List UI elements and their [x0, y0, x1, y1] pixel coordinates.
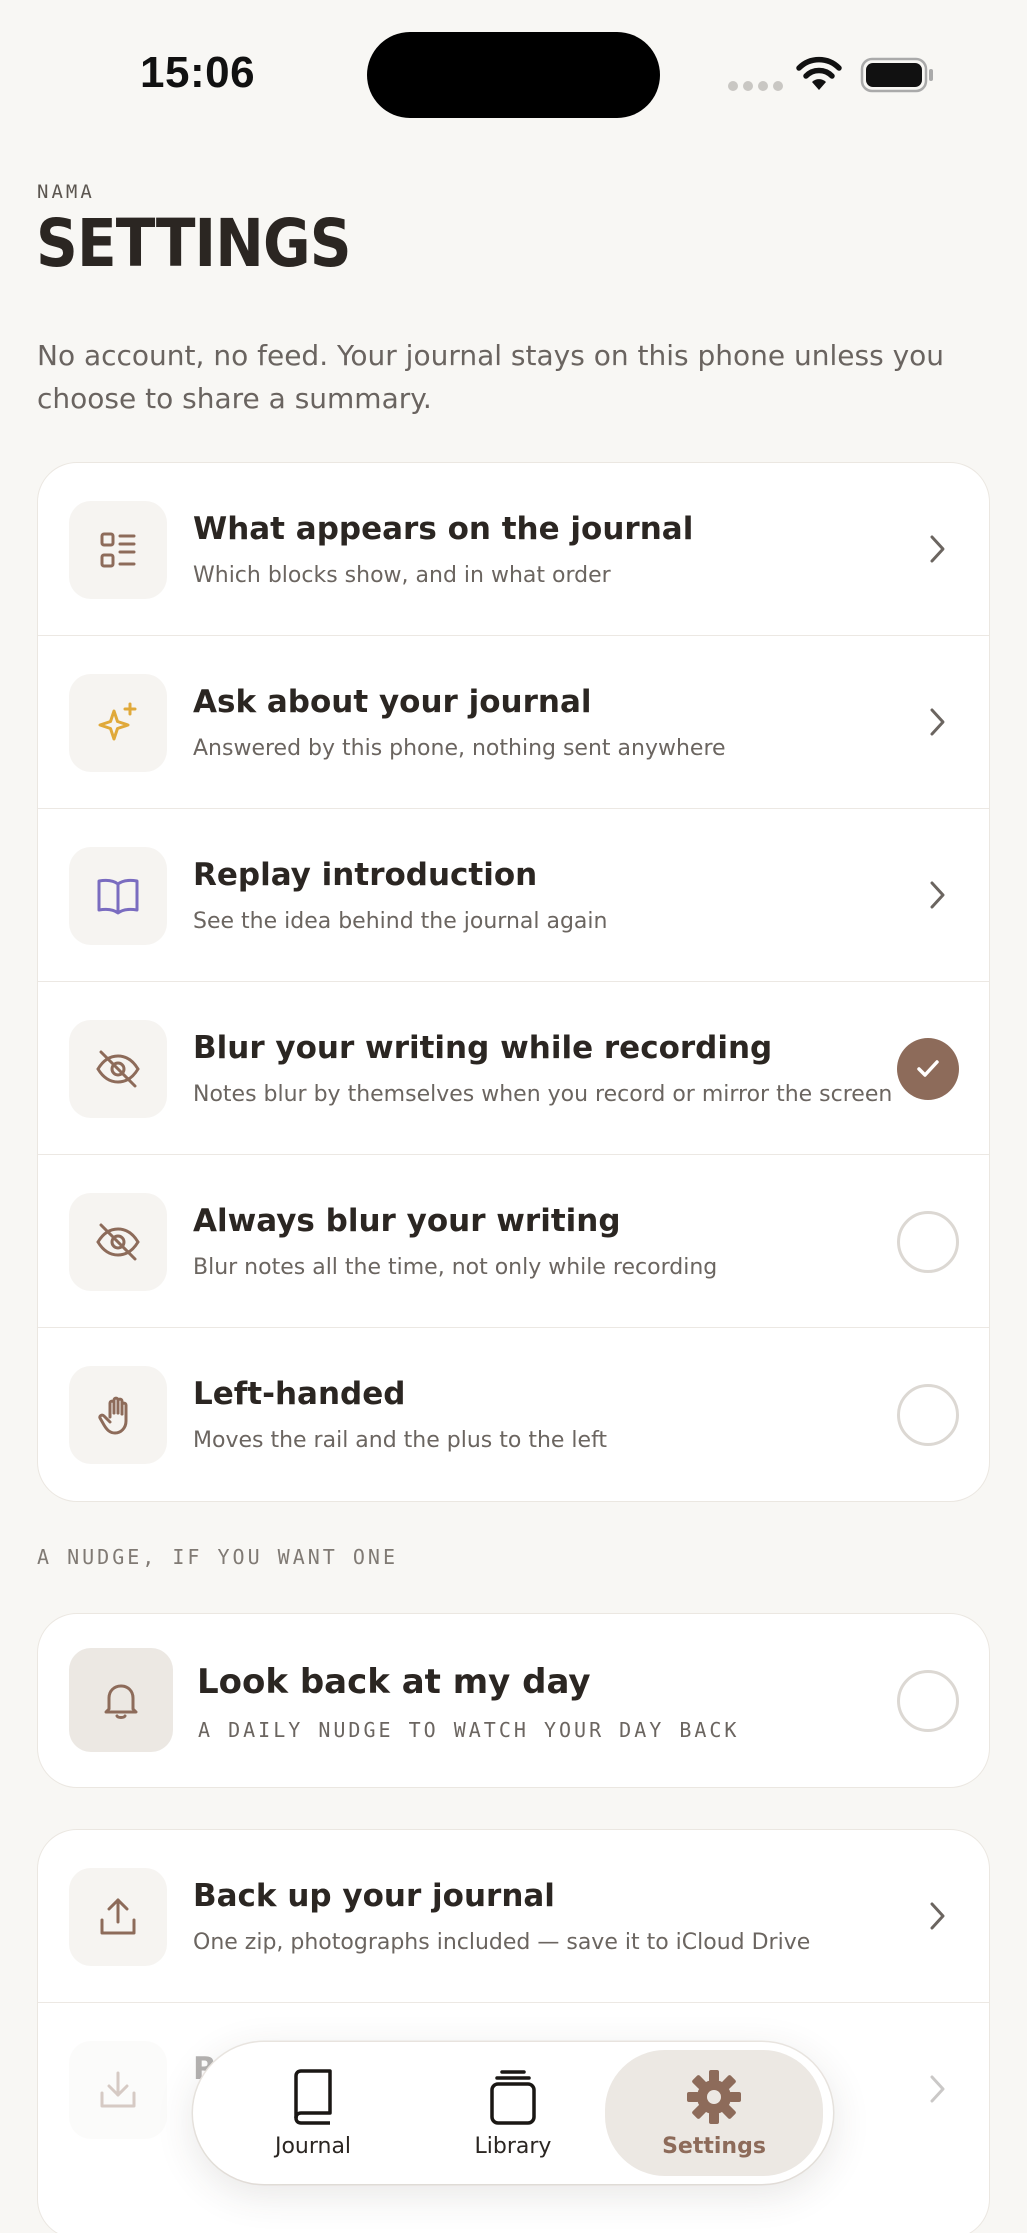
chevron-right-icon — [930, 535, 945, 563]
setting-title: What appears on the journal — [193, 511, 694, 547]
look-back-toggle[interactable] — [897, 1670, 959, 1732]
setting-subtitle: Moves the rail and the plus to the left — [193, 1428, 608, 1453]
nudge-subtitle: A DAILY NUDGE TO WATCH YOUR DAY BACK — [198, 1718, 740, 1742]
setting-title: Replay introduction — [193, 857, 538, 893]
bell-icon — [69, 1648, 173, 1752]
setting-backup[interactable]: Back up your journal One zip, photograph… — [38, 1830, 989, 2003]
tab-label: Library — [474, 2133, 552, 2159]
chevron-right-icon — [930, 881, 945, 909]
setting-title: Back up your journal — [193, 1878, 555, 1914]
setting-subtitle: One zip, photographs included — save it … — [193, 1930, 811, 1955]
book-open-icon — [69, 847, 167, 945]
status-time: 15:06 — [140, 48, 256, 97]
stack-icon — [490, 2069, 536, 2125]
chevron-right-icon — [930, 2075, 945, 2103]
tab-bar: Journal Library Settings — [193, 2042, 833, 2184]
tab-settings[interactable]: Settings — [605, 2050, 823, 2176]
list-icon — [69, 501, 167, 599]
setting-title: Always blur your writing — [193, 1203, 621, 1239]
setting-subtitle: See the idea behind the journal again — [193, 909, 608, 934]
chevron-right-icon — [930, 1902, 945, 1930]
sparkle-icon — [69, 674, 167, 772]
setting-subtitle: Answered by this phone, nothing sent any… — [193, 736, 726, 761]
gear-icon — [687, 2069, 741, 2124]
tab-label: Journal — [274, 2133, 352, 2159]
battery-icon — [860, 57, 933, 93]
section-label: A NUDGE, IF YOU WANT ONE — [37, 1545, 398, 1569]
app-eyebrow: NAMA — [37, 181, 95, 203]
book-icon — [294, 2068, 332, 2125]
intro-text: No account, no feed. Your journal stays … — [37, 339, 945, 415]
left-handed-toggle[interactable] — [897, 1384, 959, 1446]
signal-icon — [728, 81, 783, 91]
setting-always-blur[interactable]: Always blur your writing Blur notes all … — [38, 1155, 989, 1328]
hand-icon — [69, 1366, 167, 1464]
download-icon — [69, 2041, 167, 2139]
setting-replay-intro[interactable]: Replay introduction See the idea behind … — [38, 809, 989, 982]
setting-left-handed[interactable]: Left-handed Moves the rail and the plus … — [38, 1328, 989, 1501]
status-bar: 15:06 — [0, 0, 1027, 150]
tab-label: Settings — [662, 2133, 766, 2159]
setting-title: Blur your writing while recording — [193, 1030, 773, 1066]
nudge-card: Look back at my day A DAILY NUDGE TO WAT… — [37, 1613, 990, 1788]
dynamic-island — [367, 32, 660, 118]
setting-journal-blocks[interactable]: What appears on the journal Which blocks… — [38, 463, 989, 636]
wifi-icon — [796, 56, 842, 90]
chevron-right-icon — [930, 708, 945, 736]
always-blur-toggle[interactable] — [897, 1211, 959, 1273]
tab-library[interactable]: Library — [413, 2042, 613, 2184]
setting-title: Left-handed — [193, 1376, 406, 1412]
nudge-title: Look back at my day — [197, 1662, 591, 1702]
eye-off-icon — [69, 1193, 167, 1291]
setting-look-back[interactable]: Look back at my day A DAILY NUDGE TO WAT… — [38, 1614, 989, 1787]
eye-off-icon — [69, 1020, 167, 1118]
page-title: SETTINGS — [36, 205, 352, 282]
setting-title: Ask about your journal — [193, 684, 592, 720]
setting-ask-journal[interactable]: Ask about your journal Answered by this … — [38, 636, 989, 809]
setting-subtitle: Which blocks show, and in what order — [193, 563, 611, 588]
setting-subtitle: Notes blur by themselves when you record… — [193, 1082, 893, 1107]
setting-subtitle: Blur notes all the time, not only while … — [193, 1255, 718, 1280]
checkmark-icon — [917, 1060, 939, 1077]
upload-icon — [69, 1868, 167, 1966]
tab-journal[interactable]: Journal — [213, 2042, 413, 2184]
setting-blur-recording[interactable]: Blur your writing while recording Notes … — [38, 982, 989, 1155]
blur-recording-toggle[interactable] — [897, 1038, 959, 1100]
settings-card: What appears on the journal Which blocks… — [37, 462, 990, 1502]
